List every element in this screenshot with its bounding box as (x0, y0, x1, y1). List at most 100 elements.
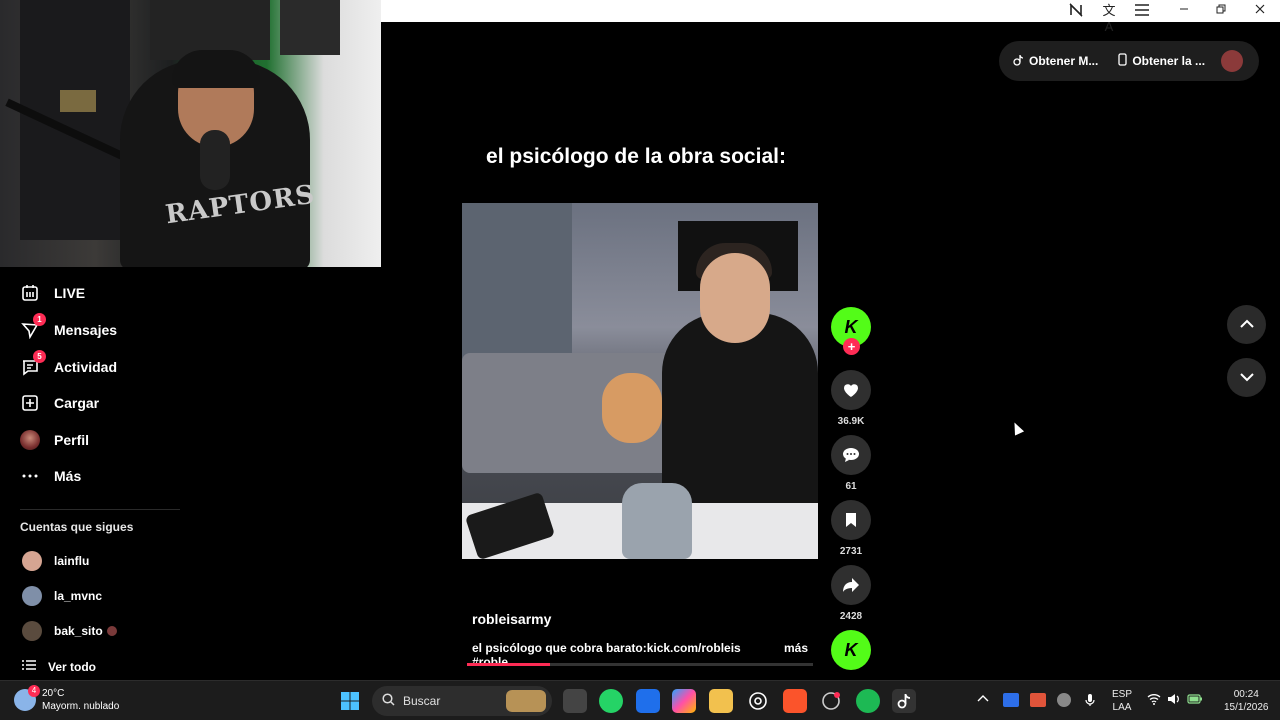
video-player[interactable] (462, 203, 818, 559)
video-cat (602, 373, 662, 443)
account-name: la_mvnc (54, 589, 103, 603)
microphone-icon[interactable] (1085, 693, 1095, 711)
next-video-button[interactable] (1227, 358, 1266, 397)
video-mate-cup (622, 483, 692, 559)
search-placeholder: Buscar (403, 694, 441, 708)
comment-count: 61 (845, 481, 857, 492)
see-all-label: Ver todo (48, 659, 97, 674)
sidebar-item-label: Perfil (54, 432, 90, 448)
kick-logo-icon: K (831, 630, 871, 670)
video-progress-fill (467, 663, 551, 666)
sidebar-item-mas[interactable]: Más (20, 461, 81, 491)
mouse-cursor (1009, 420, 1025, 436)
sidebar-divider (20, 509, 180, 510)
sidebar-item-label: Mensajes (54, 322, 118, 338)
chatgpt-icon[interactable] (746, 689, 770, 713)
windows-start-icon[interactable] (338, 689, 362, 713)
tray-app-icon-3[interactable] (1057, 693, 1071, 707)
save-count: 2731 (839, 546, 863, 557)
sidebar-item-actividad[interactable]: 5 Actividad (20, 350, 118, 382)
search-icon (382, 693, 395, 709)
top-actions-pill: Obtener M... Obtener la ... (999, 41, 1259, 81)
get-mobile-label: Obtener la ... (1132, 54, 1206, 68)
weather-widget[interactable]: 4 20°C Mayorm. nublado (14, 685, 120, 713)
sidebar-item-live[interactable]: LIVE (20, 278, 85, 308)
tiktok-app-icon[interactable] (892, 689, 916, 713)
menu-icon[interactable] (1134, 3, 1150, 19)
no-sync-icon[interactable] (1068, 3, 1084, 19)
sidebar-item-mensajes[interactable]: 1 Mensajes (20, 313, 118, 345)
wifi-icon[interactable] (1147, 693, 1161, 709)
sound-button[interactable]: K (831, 630, 871, 670)
cloud-sun-icon: 4 (14, 685, 40, 711)
translate-icon[interactable]: 文A (1101, 3, 1117, 34)
weather-badge: 4 (28, 685, 40, 697)
user-avatar[interactable] (1221, 50, 1244, 72)
clock-time: 00:24 (1233, 689, 1259, 700)
app-notification-icon[interactable] (819, 689, 843, 713)
save-button[interactable]: 2731 (831, 500, 871, 557)
followed-account[interactable]: lainflu (22, 551, 89, 571)
streamer-hair (172, 50, 260, 88)
see-all-link[interactable]: Ver todo (22, 659, 96, 674)
upload-icon (20, 393, 40, 413)
store-icon[interactable] (636, 689, 660, 713)
sidebar-item-perfil[interactable]: Perfil (20, 425, 89, 455)
weather-temp: 20°C (42, 688, 65, 699)
clock-date: 15/1/2026 (1224, 702, 1269, 713)
chevron-up-tray-icon[interactable] (977, 693, 989, 706)
follow-plus-icon[interactable]: + (843, 338, 860, 355)
comment-button[interactable]: 61 (831, 435, 871, 492)
keyboard-layout: LAA (1112, 702, 1132, 713)
more-icon (20, 466, 40, 486)
emoji-icon (106, 626, 117, 636)
language-code: ESP (1112, 689, 1133, 700)
taskbar: 4 20°C Mayorm. nublado Buscar ESP LAA 00… (0, 680, 1280, 720)
notification-badge: 5 (33, 350, 46, 363)
video-progress-bar[interactable] (467, 663, 813, 666)
profile-avatar (20, 430, 40, 450)
restore-icon[interactable] (1213, 3, 1229, 19)
account-name: lainflu (54, 554, 90, 568)
followed-account[interactable]: bak_sito (22, 621, 117, 641)
get-app-button[interactable]: Obtener M... (1013, 54, 1098, 69)
activity-icon: 5 (20, 350, 46, 377)
bookmark-icon (831, 500, 871, 540)
file-explorer-icon[interactable] (709, 689, 733, 713)
previous-video-button[interactable] (1227, 305, 1266, 344)
minimize-icon[interactable] (1176, 3, 1192, 19)
spotify-icon[interactable] (856, 689, 880, 713)
share-count: 2428 (839, 611, 863, 622)
language-indicator[interactable]: ESP LAA (1112, 688, 1132, 714)
task-view-icon[interactable] (563, 689, 587, 713)
get-mobile-button[interactable]: Obtener la ... (1118, 53, 1205, 69)
tray-app-icon-2[interactable] (1030, 693, 1046, 707)
volume-icon[interactable] (1167, 693, 1181, 709)
chevron-down-icon (1239, 369, 1254, 387)
weather-desc: Mayorm. nublado (42, 701, 120, 712)
chevron-up-icon (1239, 316, 1254, 334)
battery-icon[interactable] (1187, 693, 1203, 709)
brave-icon[interactable] (783, 689, 807, 713)
sidebar-item-label: Actividad (54, 359, 118, 375)
microphone (200, 130, 230, 190)
following-title: Cuentas que sigues (20, 520, 134, 534)
sidebar-item-label: LIVE (54, 285, 86, 301)
account-name: bak_sito (54, 624, 103, 638)
taskbar-search[interactable]: Buscar (372, 686, 552, 716)
close-icon[interactable] (1252, 3, 1268, 19)
sidebar-item-cargar[interactable]: Cargar (20, 388, 99, 418)
avatar (22, 586, 42, 606)
tray-app-icon[interactable] (1003, 693, 1019, 707)
list-icon (22, 659, 36, 674)
like-button[interactable]: 36.9K (831, 370, 871, 427)
creator-avatar-button[interactable]: K + (831, 307, 871, 355)
sidebar-item-label: Más (54, 468, 82, 484)
video-author[interactable]: robleisarmy (472, 611, 551, 627)
copilot-icon[interactable] (672, 689, 696, 713)
share-button[interactable]: 2428 (831, 565, 871, 622)
whatsapp-icon[interactable] (599, 689, 623, 713)
followed-account[interactable]: la_mvnc (22, 586, 102, 606)
clock[interactable]: 00:24 15/1/2026 (1224, 688, 1269, 714)
like-count: 36.9K (837, 416, 865, 427)
